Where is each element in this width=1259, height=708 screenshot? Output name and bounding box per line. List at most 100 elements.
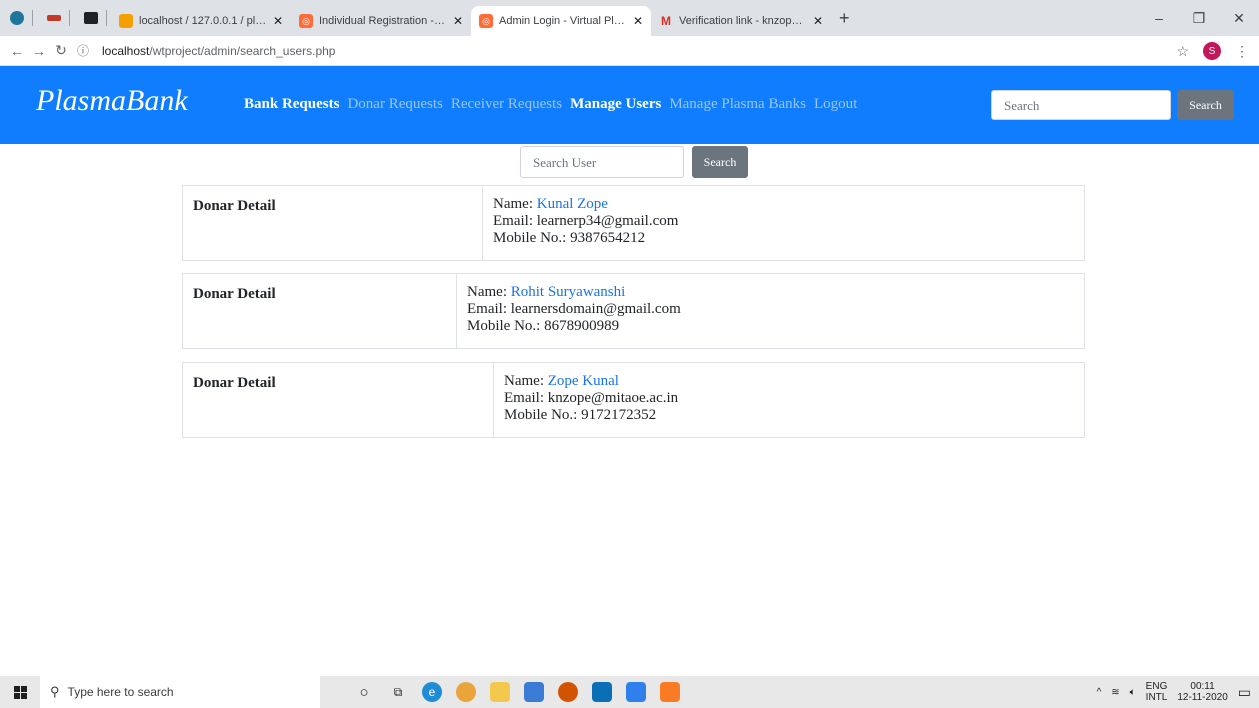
- tab-title: localhost / 127.0.0.1 / plasmaban: [139, 15, 267, 27]
- user-name-link[interactable]: Kunal Zope: [537, 196, 608, 212]
- tab-divider: [32, 10, 33, 26]
- edge-icon[interactable]: e: [422, 682, 442, 702]
- user-card-info: Name: Rohit Suryawanshi Email: learnersd…: [457, 274, 691, 348]
- close-window-icon[interactable]: ✕: [1219, 10, 1259, 27]
- site-favicon-icon: ◎: [299, 14, 313, 28]
- vscode-icon[interactable]: [626, 682, 646, 702]
- nav-link-manage-users[interactable]: Manage Users: [570, 96, 661, 113]
- mail-icon[interactable]: [592, 682, 612, 702]
- user-card-label: Donar Detail: [183, 363, 494, 437]
- pinned-tab-wordpress[interactable]: [6, 7, 28, 29]
- user-card-label: Donar Detail: [183, 274, 457, 348]
- browser-tab-registration[interactable]: ◎ Individual Registration - Virtual P ✕: [291, 6, 471, 36]
- tab-title: Individual Registration - Virtual P: [319, 15, 447, 27]
- tab-favicon-icon: [84, 12, 98, 24]
- tab-title: Verification link - knzope@mitao: [679, 15, 807, 27]
- name-prefix: Name:: [467, 284, 511, 300]
- taskbar-apps: ○ ⧉ e: [354, 682, 680, 702]
- nav-link-logout[interactable]: Logout: [814, 96, 857, 113]
- brand-logo[interactable]: PlasmaBank: [36, 84, 188, 118]
- taskbar-search-box[interactable]: ⚲ Type here to search: [40, 676, 320, 708]
- user-card-label: Donar Detail: [183, 186, 483, 260]
- tab-title: Admin Login - Virtual Plasma Ba: [499, 15, 627, 27]
- browser-tab-admin-login[interactable]: ◎ Admin Login - Virtual Plasma Ba ✕: [471, 6, 651, 36]
- nav-link-receiver-requests[interactable]: Receiver Requests: [451, 96, 562, 113]
- language-bottom: INTL: [1145, 692, 1168, 703]
- new-tab-icon[interactable]: +: [839, 8, 850, 29]
- minimize-icon[interactable]: –: [1139, 10, 1179, 26]
- user-name-link[interactable]: Rohit Suryawanshi: [511, 284, 626, 300]
- url-field[interactable]: localhost/wtproject/admin/search_users.p…: [102, 44, 335, 58]
- pinned-tab-2[interactable]: [43, 7, 65, 29]
- task-view-icon[interactable]: ⧉: [388, 682, 408, 702]
- url-path: /wtproject/admin/search_users.php: [149, 43, 336, 58]
- windows-logo-icon: [13, 685, 27, 699]
- window-controls: – ❐ ✕: [1139, 0, 1259, 36]
- media-player-icon[interactable]: [558, 682, 578, 702]
- browser-tab-phpmyadmin[interactable]: localhost / 127.0.0.1 / plasmaban ✕: [111, 6, 291, 36]
- bookmark-star-icon[interactable]: ☆: [1176, 43, 1189, 60]
- notification-icon[interactable]: ▭: [1238, 684, 1251, 701]
- volume-icon[interactable]: 🔈︎: [1130, 687, 1136, 698]
- address-bar: ← → ↻ ⓘ localhost/wtproject/admin/search…: [0, 36, 1259, 66]
- nav-link-manage-plasma-banks[interactable]: Manage Plasma Banks: [669, 96, 806, 113]
- nav-link-bank-requests[interactable]: Bank Requests: [244, 96, 339, 113]
- user-mobile: Mobile No.: 9387654212: [493, 230, 646, 246]
- reload-icon[interactable]: ↻: [50, 42, 72, 59]
- chrome-icon[interactable]: [456, 682, 476, 702]
- user-card-info: Name: Zope Kunal Email: knzope@mitaoe.ac…: [494, 363, 688, 437]
- user-name-link[interactable]: Zope Kunal: [548, 373, 619, 389]
- tab-favicon-icon: [47, 15, 61, 21]
- user-card: Donar Detail Name: Zope Kunal Email: knz…: [182, 362, 1085, 438]
- cortana-icon[interactable]: ○: [354, 682, 374, 702]
- network-icon[interactable]: ≋: [1111, 687, 1119, 698]
- site-favicon-icon: ◎: [479, 14, 493, 28]
- user-card: Donar Detail Name: Rohit Suryawanshi Ema…: [182, 273, 1085, 349]
- navbar-search-input[interactable]: Search: [991, 90, 1171, 120]
- phpmyadmin-icon: [119, 14, 133, 28]
- search-icon: ⚲: [50, 684, 60, 699]
- gmail-icon: M: [661, 14, 671, 28]
- tray-chevron-icon[interactable]: ^: [1097, 687, 1102, 698]
- profile-avatar[interactable]: S: [1203, 42, 1221, 60]
- navbar-search-button[interactable]: Search: [1177, 90, 1234, 120]
- name-prefix: Name:: [493, 196, 537, 212]
- language-indicator[interactable]: ENG INTL: [1146, 681, 1168, 703]
- user-search-input[interactable]: Search User: [520, 146, 684, 178]
- info-icon[interactable]: ⓘ: [72, 42, 94, 59]
- start-button[interactable]: [0, 676, 40, 708]
- clock-date: 12-11-2020: [1177, 692, 1228, 703]
- clock[interactable]: 00:11 12-11-2020: [1177, 681, 1227, 703]
- name-prefix: Name:: [504, 373, 548, 389]
- xampp-icon[interactable]: [660, 682, 680, 702]
- user-mobile: Mobile No.: 8678900989: [467, 318, 620, 334]
- close-tab-icon[interactable]: ✕: [813, 14, 823, 28]
- wordpress-icon: [10, 11, 24, 25]
- user-card: Donar Detail Name: Kunal Zope Email: lea…: [182, 185, 1085, 261]
- close-tab-icon[interactable]: ✕: [633, 14, 643, 28]
- browser-tab-strip: localhost / 127.0.0.1 / plasmaban ✕ ◎ In…: [0, 0, 1259, 36]
- forward-icon[interactable]: →: [28, 43, 50, 59]
- tab-divider: [69, 10, 70, 26]
- user-email: Email: learnerp34@gmail.com: [493, 213, 679, 229]
- browser-tab-gmail[interactable]: M Verification link - knzope@mitao ✕: [651, 6, 831, 36]
- file-explorer-icon[interactable]: [490, 682, 510, 702]
- close-tab-icon[interactable]: ✕: [453, 14, 463, 28]
- maximize-icon[interactable]: ❐: [1179, 10, 1219, 27]
- close-tab-icon[interactable]: ✕: [273, 14, 283, 28]
- user-search-button[interactable]: Search: [692, 146, 748, 178]
- pinned-tab-3[interactable]: [80, 7, 102, 29]
- windows-taskbar: ⚲ Type here to search ○ ⧉ e ^ ≋ 🔈︎ ENG I…: [0, 676, 1259, 708]
- taskbar-search-placeholder: Type here to search: [67, 685, 174, 699]
- tab-divider: [106, 10, 107, 26]
- back-icon[interactable]: ←: [6, 43, 28, 59]
- user-email: Email: knzope@mitaoe.ac.in: [504, 390, 679, 406]
- store-icon[interactable]: [524, 682, 544, 702]
- language-top: ENG: [1145, 681, 1168, 692]
- nav-links: Bank Requests Donar Requests Receiver Re…: [244, 96, 857, 113]
- user-mobile: Mobile No.: 9172172352: [504, 407, 657, 423]
- system-tray: ^ ≋ 🔈︎ ENG INTL 00:11 12-11-2020 ▭: [1097, 676, 1251, 708]
- menu-kebab-icon[interactable]: ⋮: [1235, 43, 1249, 60]
- clock-time: 00:11: [1190, 681, 1215, 692]
- nav-link-donar-requests[interactable]: Donar Requests: [347, 96, 442, 113]
